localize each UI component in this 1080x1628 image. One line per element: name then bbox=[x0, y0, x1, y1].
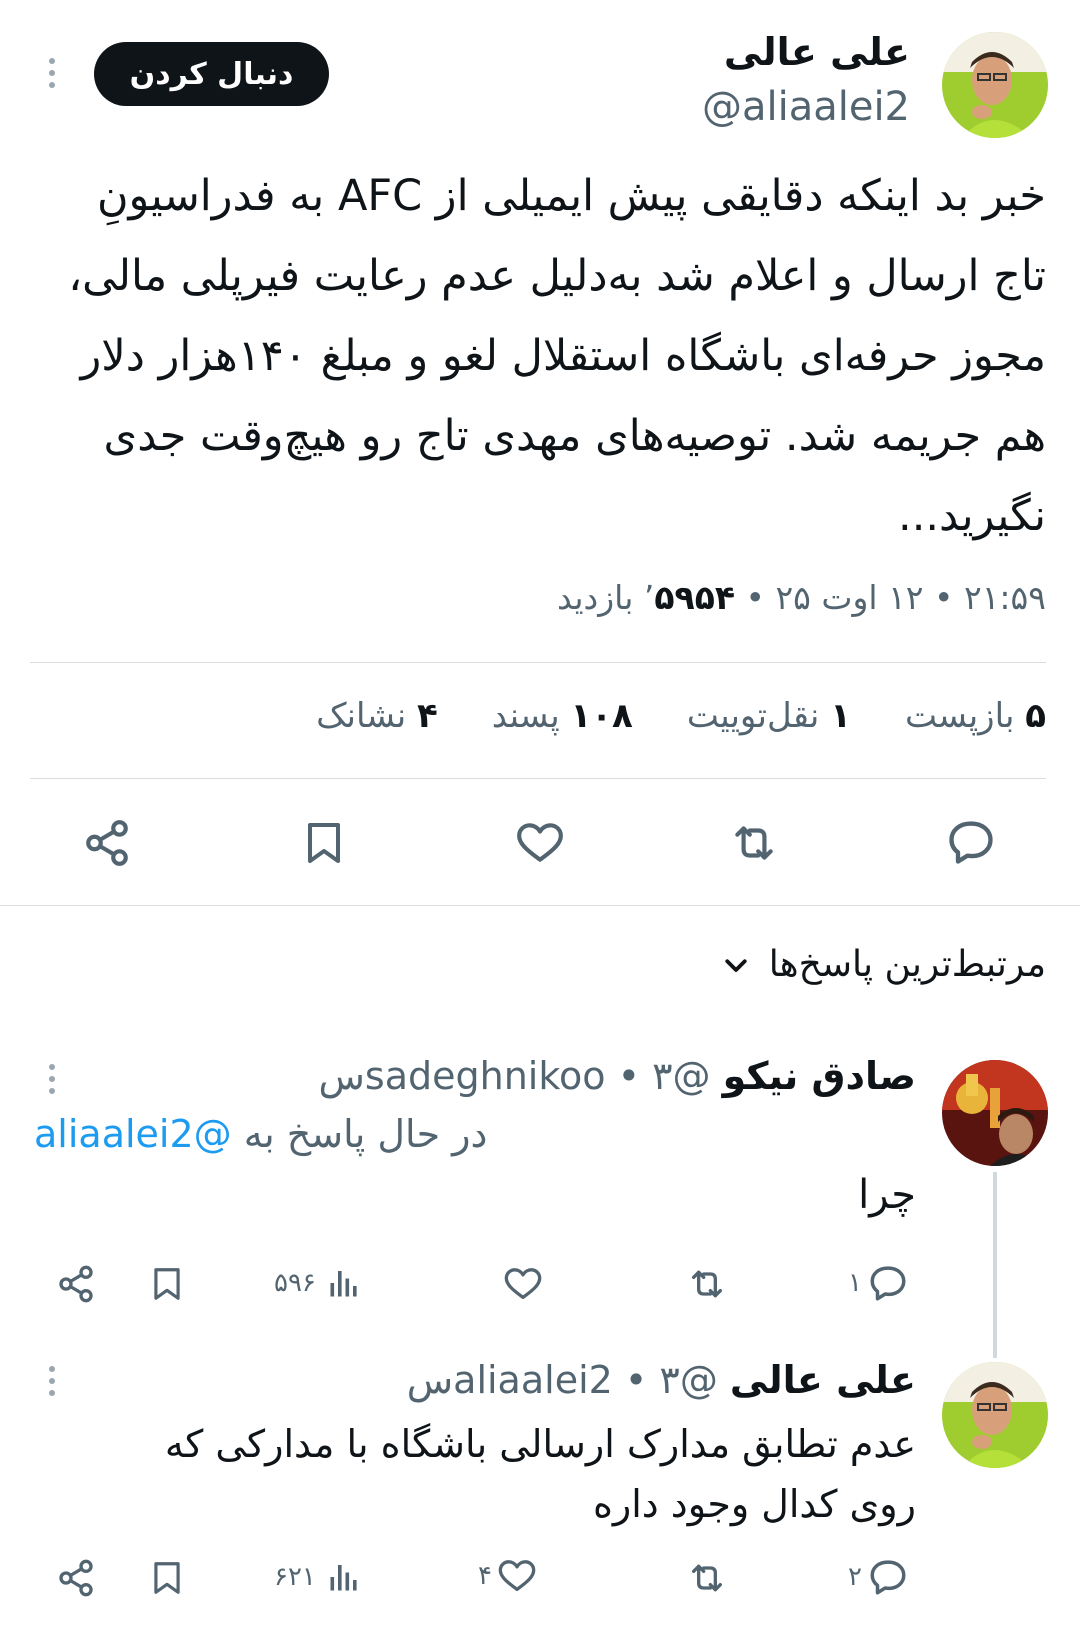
reply-icon[interactable] bbox=[944, 816, 998, 868]
reply-author-name[interactable]: علی عالی bbox=[730, 1358, 916, 1402]
like-stat[interactable]: ۴ bbox=[478, 1556, 538, 1596]
reply-author-avatar[interactable] bbox=[942, 1060, 1048, 1166]
reply-stat[interactable]: ۱ bbox=[848, 1262, 910, 1304]
reply-count: ۱ bbox=[848, 1268, 862, 1298]
more-icon[interactable] bbox=[44, 58, 60, 94]
more-icon[interactable] bbox=[44, 1366, 60, 1402]
bookmark-icon[interactable] bbox=[148, 1558, 186, 1598]
share-icon[interactable] bbox=[56, 1558, 96, 1598]
reply-author-name[interactable]: صادق نیکو bbox=[723, 1054, 916, 1098]
reply-text: چرا bbox=[858, 1172, 916, 1218]
more-icon[interactable] bbox=[44, 1064, 60, 1100]
views-count: ۶۲۱ bbox=[274, 1562, 316, 1592]
stat-quotes[interactable]: ۱ نقل‌توییت bbox=[687, 696, 851, 736]
reply-stat[interactable]: ۲ bbox=[848, 1556, 910, 1598]
heart-icon bbox=[496, 1556, 538, 1596]
replying-to-label: در حال پاسخ به bbox=[243, 1112, 488, 1156]
views-icon bbox=[326, 1558, 362, 1596]
stat-likes[interactable]: ۱۰۸ پسند bbox=[492, 696, 633, 736]
replying-to: در حال پاسخ به @aliaalei2 bbox=[34, 1112, 487, 1156]
tweet-stats: ۵ بازپست ۱ نقل‌توییت ۱۰۸ پسند ۴ نشانک bbox=[316, 696, 1046, 736]
divider bbox=[30, 662, 1046, 663]
tweet-views-count: ۵۹۵۴ bbox=[654, 578, 735, 617]
tweet-timestamp: ۲۱:۵۹ • ۱۲ اوت ۲۵ • bbox=[745, 578, 1046, 617]
views-icon bbox=[326, 1264, 362, 1302]
reply-icon bbox=[866, 1556, 910, 1598]
reply-count: ۲ bbox=[848, 1562, 862, 1592]
stat-bookmarks[interactable]: ۴ نشانک bbox=[316, 696, 438, 736]
like-count: ۴ bbox=[478, 1561, 492, 1591]
views-stat[interactable]: ۶۲۱ bbox=[274, 1558, 362, 1596]
share-icon[interactable] bbox=[56, 1264, 96, 1304]
bookmark-icon[interactable] bbox=[148, 1264, 186, 1304]
divider bbox=[30, 778, 1046, 779]
replying-to-handle[interactable]: @aliaalei2 bbox=[34, 1112, 232, 1156]
stat-reposts[interactable]: ۵ بازپست bbox=[905, 696, 1046, 736]
retweet-icon[interactable] bbox=[684, 1264, 730, 1304]
reply-header: صادق نیکو @sadeghnikoo • ۳س bbox=[319, 1054, 916, 1098]
heart-icon[interactable] bbox=[502, 1264, 544, 1304]
views-stat[interactable]: ۵۹۶ bbox=[274, 1264, 362, 1302]
replies-sort-button[interactable]: مرتبط‌ترین پاسخ‌ها bbox=[721, 944, 1046, 985]
retweet-icon[interactable] bbox=[726, 818, 782, 868]
views-count: ۵۹۶ bbox=[274, 1268, 316, 1298]
heart-icon[interactable] bbox=[514, 818, 566, 868]
reply-thread-line bbox=[993, 1172, 997, 1358]
tweet-views-label: ’ بازدید bbox=[557, 578, 655, 617]
retweet-icon[interactable] bbox=[684, 1558, 730, 1598]
reply-header: علی عالی @aliaalei2 • ۳س bbox=[407, 1358, 916, 1402]
chevron-down-icon bbox=[721, 950, 751, 980]
share-icon[interactable] bbox=[82, 818, 132, 868]
bookmark-icon[interactable] bbox=[300, 818, 348, 868]
section-divider bbox=[0, 905, 1080, 906]
tweet-text: خبر بد اینکه دقایقی پیش ایمیلی از AFC به… bbox=[68, 171, 1046, 541]
tweet-meta: ۲۱:۵۹ • ۱۲ اوت ۲۵ • ۵۹۵۴’ بازدید bbox=[557, 578, 1046, 617]
reply-icon bbox=[866, 1262, 910, 1304]
replies-sort-label: مرتبط‌ترین پاسخ‌ها bbox=[768, 944, 1046, 985]
author-avatar[interactable] bbox=[942, 32, 1048, 138]
author-handle[interactable]: @aliaalei2 bbox=[702, 84, 910, 130]
reply-author-avatar[interactable] bbox=[942, 1362, 1048, 1468]
reply-text: عدم تطابق مدارک ارسالی باشگاه با مدارکی … bbox=[164, 1422, 916, 1526]
follow-button[interactable]: دنبال کردن bbox=[94, 42, 329, 106]
author-name[interactable]: علی عالی bbox=[724, 30, 910, 74]
